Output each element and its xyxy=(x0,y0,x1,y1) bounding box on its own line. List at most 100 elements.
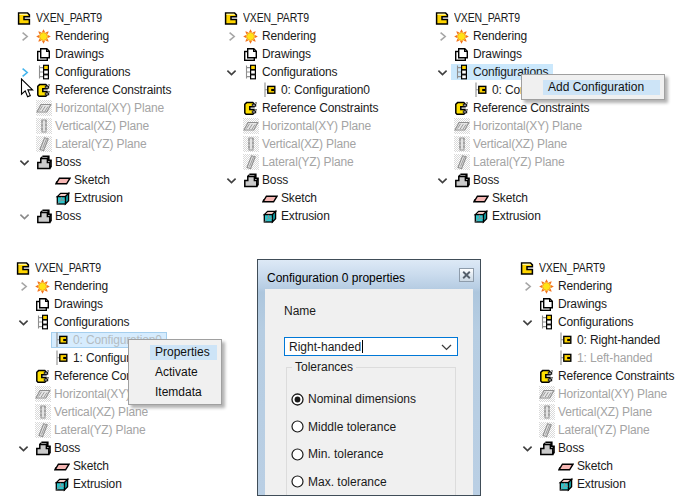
tree-item-vertical-xz-plane[interactable]: Vertical(XZ) Plane xyxy=(17,117,154,135)
radio-option-nominal-dimensions[interactable]: Nominal dimensions xyxy=(291,392,416,406)
tree-item-label: Lateral(YZ) Plane xyxy=(262,154,354,170)
tree-item-configurations[interactable]: Configurations xyxy=(17,63,135,81)
tree-item-vertical-xz-plane[interactable]: Vertical(XZ) Plane xyxy=(520,403,657,421)
tree-item-0-right-handed[interactable]: 0: Right-handed xyxy=(539,331,665,349)
radio-unselected-icon[interactable] xyxy=(291,448,308,461)
tree-item-boss[interactable]: Boss xyxy=(17,207,86,225)
plane-xz-icon xyxy=(539,404,558,420)
tree-item-boss[interactable]: Boss xyxy=(17,153,86,171)
tree-item-drawings[interactable]: Drawings xyxy=(17,45,109,63)
menu-item-properties[interactable]: Properties xyxy=(150,342,217,362)
refcon-icon xyxy=(243,100,262,116)
sun-icon xyxy=(35,278,54,294)
tree-item-content: 1: Left-handed xyxy=(555,350,657,366)
tree-item-rendering[interactable]: Rendering xyxy=(435,27,532,45)
tree-item-lateral-yz-plane[interactable]: Lateral(YZ) Plane xyxy=(435,153,570,171)
tree-item-vxen-part9[interactable]: VXEN_PART9 xyxy=(435,9,534,27)
tree-item-vertical-xz-plane[interactable]: Vertical(XZ) Plane xyxy=(435,135,572,153)
tree-item-vertical-xz-plane[interactable]: Vertical(XZ) Plane xyxy=(224,135,361,153)
tree-item-content: Vertical(XZ) Plane xyxy=(451,136,572,152)
tree-item-label: VXEN_PART9 xyxy=(36,10,102,26)
tree-item-lateral-yz-plane[interactable]: Lateral(YZ) Plane xyxy=(224,153,359,171)
tree-item-drawings[interactable]: Drawings xyxy=(224,45,316,63)
tree-item-lateral-yz-plane[interactable]: Lateral(YZ) Plane xyxy=(520,421,655,439)
dialog-title-bar[interactable]: Configuration 0 properties xyxy=(258,260,480,289)
tree-item-sketch[interactable]: Sketch xyxy=(539,457,618,475)
tree-item-sketch[interactable]: Sketch xyxy=(454,189,533,207)
tree-item-configurations[interactable]: Configurations xyxy=(16,313,134,331)
tree-item-label: Boss xyxy=(262,172,288,188)
tree-item-extrusion[interactable]: Extrusion xyxy=(35,475,127,493)
tree-item-extrusion[interactable]: Extrusion xyxy=(454,207,546,225)
tree-item-horizontal-xy-plane[interactable]: Horizontal(XY) Plane xyxy=(520,385,672,403)
configs-icon xyxy=(539,314,558,330)
tree-item-content: Drawings xyxy=(32,296,108,312)
tree-item-boss[interactable]: Boss xyxy=(520,439,589,457)
tree-item-label: Rendering xyxy=(558,278,612,294)
tree-item-extrusion[interactable]: Extrusion xyxy=(36,189,128,207)
tree-item-label: 0: Right-handed xyxy=(577,332,660,348)
tree-item-label: Lateral(YZ) Plane xyxy=(54,422,146,438)
tree-item-vxen-part9[interactable]: VXEN_PART9 xyxy=(17,9,116,27)
tree-item-rendering[interactable]: Rendering xyxy=(224,27,321,45)
tree-item-sketch[interactable]: Sketch xyxy=(36,171,115,189)
tree-item-label: Boss xyxy=(473,172,499,188)
tree-item-drawings[interactable]: Drawings xyxy=(435,45,527,63)
tree-item-configurations[interactable]: Configurations xyxy=(224,63,342,81)
tree-item-content: Sketch xyxy=(259,190,322,206)
menu-item-itemdata[interactable]: Itemdata xyxy=(129,382,221,402)
radio-unselected-icon[interactable] xyxy=(291,420,308,433)
tree-item-rendering[interactable]: Rendering xyxy=(520,277,617,295)
tree-item-sketch[interactable]: Sketch xyxy=(35,457,114,475)
tree-item-vxen-part9[interactable]: VXEN_PART9 xyxy=(16,259,115,277)
plane-xy-icon xyxy=(454,118,473,134)
tree-item-extrusion[interactable]: Extrusion xyxy=(243,207,335,225)
plane-yz-icon xyxy=(539,422,558,438)
tree-item-horizontal-xy-plane[interactable]: Horizontal(XY) Plane xyxy=(435,117,587,135)
tree-item-label: Extrusion xyxy=(281,208,330,224)
tree-item-0-configuration0[interactable]: 0: Configuration0 xyxy=(243,81,375,99)
tree-item-vxen-part9[interactable]: VXEN_PART9 xyxy=(520,259,619,277)
radio-option-max-tolerance[interactable]: Max. tolerance xyxy=(291,475,387,489)
tree-item-horizontal-xy-plane[interactable]: Horizontal(XY) Plane xyxy=(17,99,169,117)
menu-item-activate[interactable]: Activate xyxy=(129,362,221,382)
tree-item-rendering[interactable]: Rendering xyxy=(17,27,114,45)
boss-icon xyxy=(36,154,55,170)
tree-item-reference-constraints[interactable]: Reference Constraints xyxy=(17,81,176,99)
tree-item-configurations[interactable]: Configurations xyxy=(520,313,638,331)
extrusion-icon xyxy=(473,208,492,224)
tree-item-boss[interactable]: Boss xyxy=(224,171,293,189)
tree-item-drawings[interactable]: Drawings xyxy=(520,295,612,313)
radio-selected-icon[interactable] xyxy=(291,393,308,406)
sketch-icon xyxy=(473,190,492,206)
radio-option-middle-tolerance[interactable]: Middle tolerance xyxy=(291,420,396,434)
tree-item-reference-constraints[interactable]: Reference Constraints xyxy=(520,367,679,385)
boss-icon xyxy=(454,172,473,188)
tree-item-lateral-yz-plane[interactable]: Lateral(YZ) Plane xyxy=(17,135,152,153)
name-combobox[interactable]: Right-handed xyxy=(284,337,458,356)
close-button[interactable] xyxy=(459,268,474,282)
tree-item-reference-constraints[interactable]: Reference Constraints xyxy=(224,99,383,117)
tree-item-vxen-part9[interactable]: VXEN_PART9 xyxy=(224,9,323,27)
tree-item-rendering[interactable]: Rendering xyxy=(16,277,113,295)
sun-icon xyxy=(36,28,55,44)
tree-item-label: Reference Constraints xyxy=(262,100,378,116)
menu-item-add-configuration[interactable]: Add Configuration xyxy=(543,77,660,97)
tree-item-sketch[interactable]: Sketch xyxy=(243,189,322,207)
tree-item-boss[interactable]: Boss xyxy=(16,439,85,457)
tree-item-extrusion[interactable]: Extrusion xyxy=(539,475,631,493)
radio-unselected-icon[interactable] xyxy=(291,475,308,488)
radio-option-min-tolerance[interactable]: Min. tolerance xyxy=(291,447,383,461)
combo-dropdown-icon[interactable] xyxy=(441,344,452,351)
tree-item-content: Drawings xyxy=(536,296,612,312)
tree-item-drawings[interactable]: Drawings xyxy=(16,295,108,313)
tree-item-horizontal-xy-plane[interactable]: Horizontal(XY) Plane xyxy=(224,117,376,135)
tree-item-content: 0: Right-handed xyxy=(555,332,665,348)
configs-icon xyxy=(36,64,55,80)
tree-item-boss[interactable]: Boss xyxy=(435,171,504,189)
tree-item-lateral-yz-plane[interactable]: Lateral(YZ) Plane xyxy=(16,421,151,439)
tree-item-reference-constraints[interactable]: Reference Constraints xyxy=(435,99,594,117)
tree-item-1-left-handed[interactable]: 1: Left-handed xyxy=(539,349,657,367)
drawings-icon xyxy=(539,296,558,312)
tree-item-vertical-xz-plane[interactable]: Vertical(XZ) Plane xyxy=(16,403,153,421)
